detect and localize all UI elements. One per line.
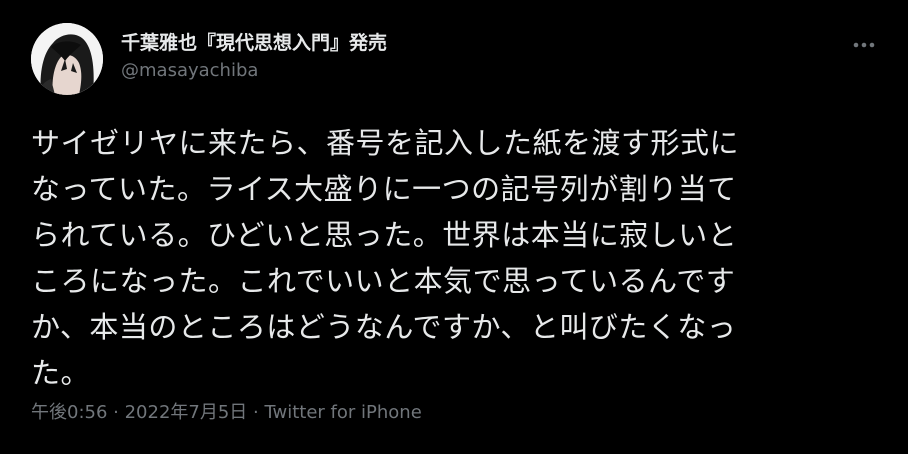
meta-separator: · bbox=[247, 402, 265, 423]
tweet-text-line: た。 bbox=[31, 356, 91, 390]
tweet-card: 千葉雅也『現代思想入門』発売 @masayachiba サイゼリヤに来たら、番号… bbox=[0, 0, 908, 454]
tweet-text: サイゼリヤに来たら、番号を記入した紙を渡す形式に なっていた。ライス大盛りに一つ… bbox=[31, 120, 881, 396]
tweet-text-line: なっていた。ライス大盛りに一つの記号列が割り当て bbox=[31, 172, 737, 206]
tweet-text-line: ころになった。これでいいと本気で思っているんです bbox=[31, 264, 736, 298]
avatar[interactable] bbox=[31, 23, 103, 95]
tweet-source-link[interactable]: Twitter for iPhone bbox=[264, 402, 421, 423]
meta-separator: · bbox=[107, 402, 125, 423]
tweet-text-line: られている。ひどいと思った。世界は本当に寂しいと bbox=[31, 218, 738, 252]
more-horizontal-icon bbox=[853, 42, 875, 48]
author-handle[interactable]: @masayachiba bbox=[121, 59, 387, 83]
tweet-metadata: 午後0:56 · 2022年7月5日 · Twitter for iPhone bbox=[31, 400, 422, 426]
author-display-name[interactable]: 千葉雅也『現代思想入門』発売 bbox=[121, 31, 387, 55]
more-options-button[interactable] bbox=[846, 33, 882, 57]
tweet-date[interactable]: 2022年7月5日 bbox=[125, 402, 248, 423]
profile-photo-icon bbox=[31, 23, 103, 95]
tweet-text-line: か、本当のところはどうなんですか、と叫びたくなっ bbox=[31, 310, 737, 344]
tweet-time[interactable]: 午後0:56 bbox=[31, 402, 107, 423]
tweet-text-line: サイゼリヤに来たら、番号を記入した紙を渡す形式に bbox=[31, 126, 740, 160]
author-info: 千葉雅也『現代思想入門』発売 @masayachiba bbox=[121, 31, 387, 83]
